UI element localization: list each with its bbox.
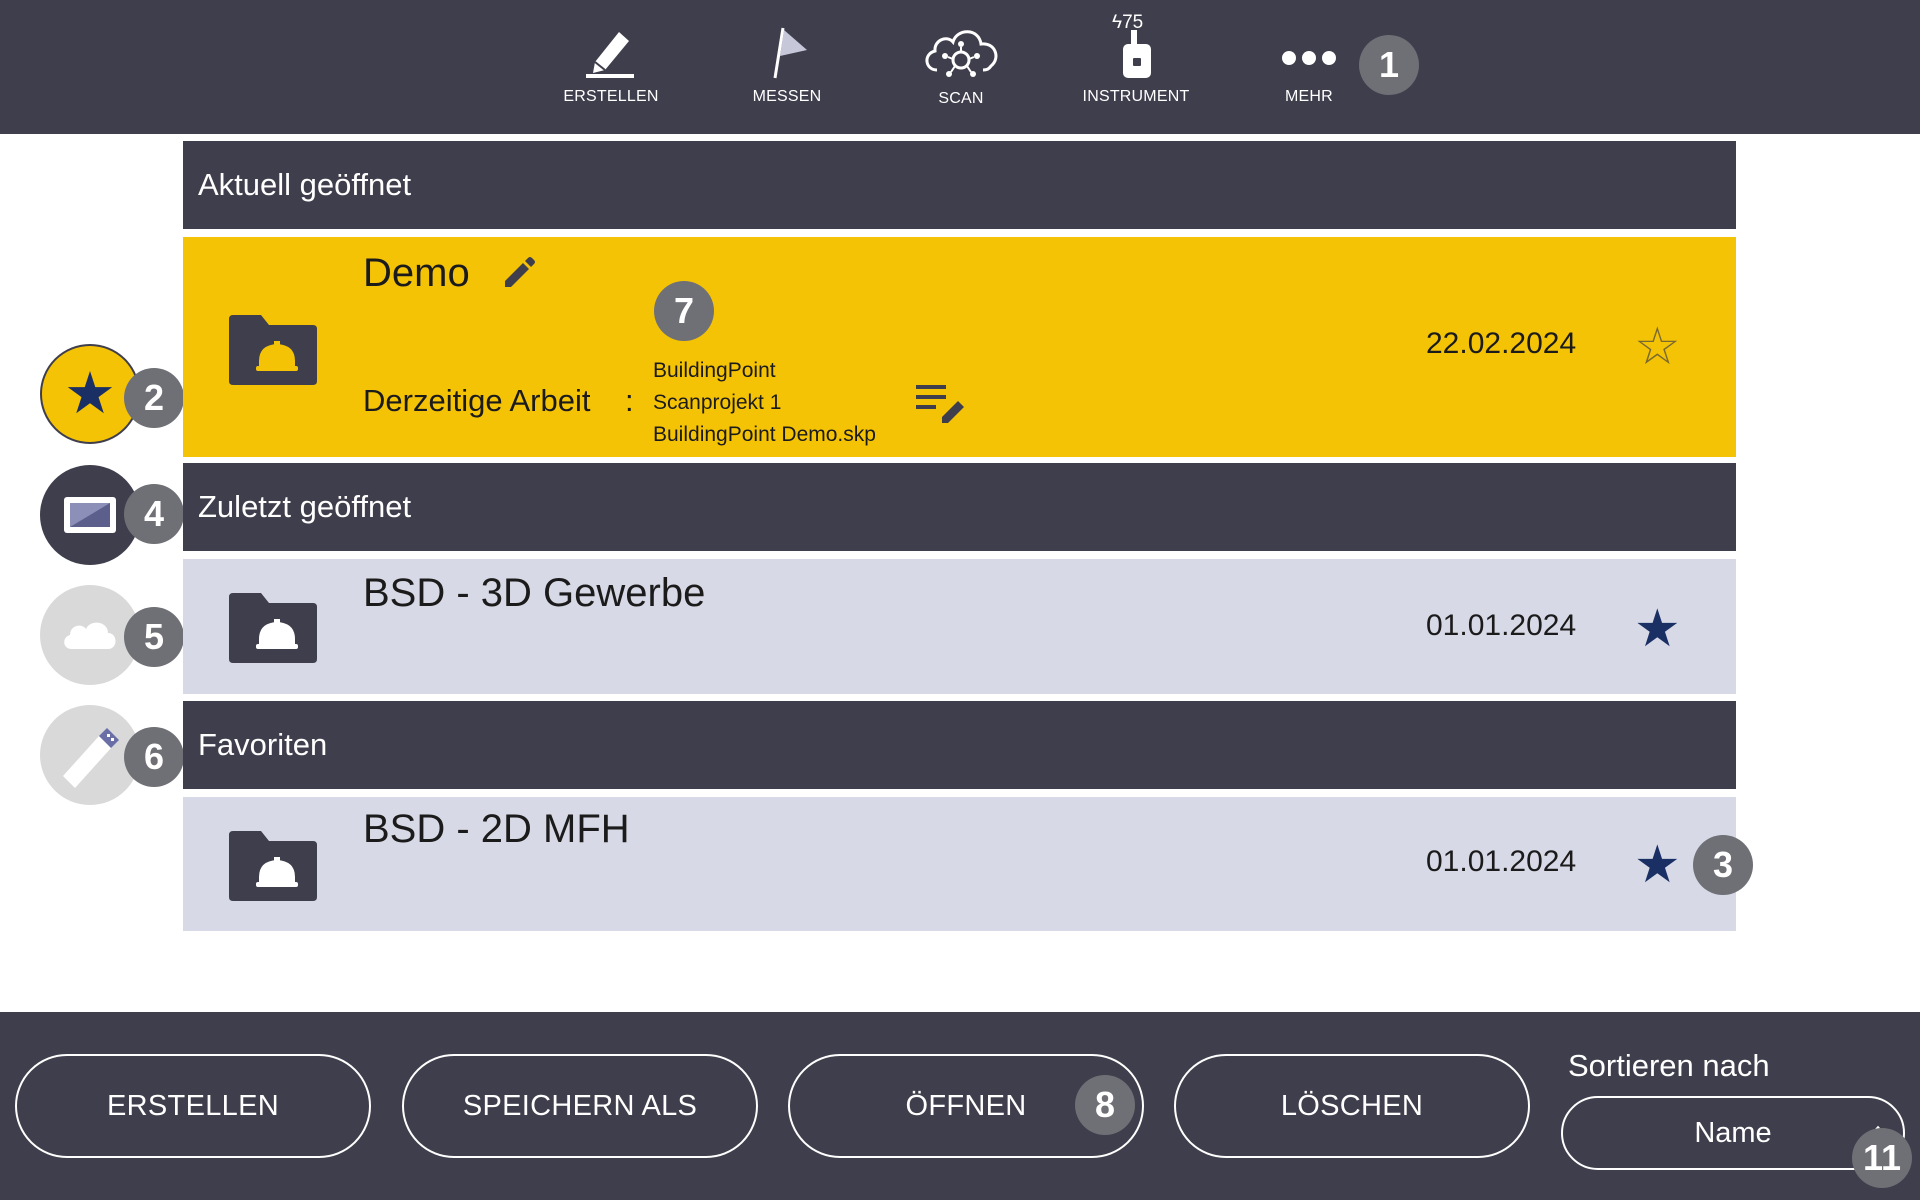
current-work-details: BuildingPoint Scanprojekt 1 BuildingPoin… xyxy=(653,355,876,451)
toolbar-measure-label: MESSEN xyxy=(752,88,822,105)
current-work-separator: : xyxy=(625,383,634,418)
create-button[interactable]: ERSTELLEN xyxy=(15,1054,371,1158)
toolbar-create-button[interactable]: ERSTELLEN xyxy=(541,20,681,130)
project-row-current[interactable]: Demo 7 Derzeitige Arbeit : BuildingPoint… xyxy=(183,237,1736,457)
callout-badge-8: 8 xyxy=(1075,1075,1135,1135)
toolbar-more-label: MEHR xyxy=(1285,88,1333,105)
toolbar-more-button[interactable]: MEHR xyxy=(1239,20,1379,130)
top-toolbar: ERSTELLEN MESSEN SCAN ϟ75 INSTRUMENT MEH… xyxy=(0,0,1920,134)
callout-badge-6: 6 xyxy=(124,727,184,787)
more-dots-icon xyxy=(1282,51,1336,65)
favorite-star-icon[interactable]: ★ xyxy=(1634,839,1681,891)
tablet-icon xyxy=(64,497,116,533)
edit-work-icon[interactable] xyxy=(914,381,970,423)
section-header-current: Aktuell geöffnet xyxy=(183,141,1736,229)
pencil-icon xyxy=(586,32,634,78)
toolbar-instrument-label: INSTRUMENT xyxy=(1082,88,1190,105)
sort-value: Name xyxy=(1694,1116,1772,1149)
callout-badge-3: 3 xyxy=(1693,835,1753,895)
edit-name-icon[interactable] xyxy=(501,255,537,291)
section-header-favorites: Favoriten xyxy=(183,701,1736,789)
callout-badge-11: 11 xyxy=(1852,1128,1912,1188)
current-work-label: Derzeitige Arbeit xyxy=(363,383,591,418)
flag-icon xyxy=(773,27,807,79)
delete-button[interactable]: LÖSCHEN xyxy=(1174,1054,1530,1158)
project-name: BSD - 2D MFH xyxy=(363,807,630,851)
work-line-file: BuildingPoint Demo.skp xyxy=(653,423,876,446)
section-header-recent: Zuletzt geöffnet xyxy=(183,463,1736,551)
project-date: 01.01.2024 xyxy=(1426,845,1577,878)
callout-badge-1: 1 xyxy=(1359,35,1419,95)
toolbar-scan-label: SCAN xyxy=(938,90,984,107)
project-folder-icon xyxy=(229,593,317,663)
favorite-star-icon[interactable]: ★ xyxy=(1634,603,1681,655)
project-name: Demo xyxy=(363,251,470,295)
callout-badge-4: 4 xyxy=(124,484,184,544)
project-date: 01.01.2024 xyxy=(1426,609,1577,642)
project-row-recent[interactable]: BSD - 3D Gewerbe 01.01.2024 ★ xyxy=(183,559,1736,694)
project-row-favorite[interactable]: BSD - 2D MFH 01.01.2024 ★ xyxy=(183,797,1736,931)
work-line-site: BuildingPoint xyxy=(653,359,776,382)
project-date: 22.02.2024 xyxy=(1426,327,1577,360)
cloud-scan-icon xyxy=(925,30,998,77)
project-folder-icon xyxy=(229,831,317,901)
save-as-button[interactable]: SPEICHERN ALS xyxy=(402,1054,758,1158)
toolbar-create-label: ERSTELLEN xyxy=(563,88,659,105)
callout-badge-5: 5 xyxy=(124,607,184,667)
toolbar-instrument-button[interactable]: INSTRUMENT xyxy=(1066,20,1206,130)
cloud-icon xyxy=(64,622,116,649)
star-icon: ★ xyxy=(64,361,116,426)
work-line-project: Scanprojekt 1 xyxy=(653,391,782,414)
sort-label: Sortieren nach xyxy=(1568,1048,1770,1083)
toolbar-measure-button[interactable]: MESSEN xyxy=(717,20,857,130)
callout-badge-7: 7 xyxy=(654,281,714,341)
toolbar-scan-button[interactable]: SCAN xyxy=(891,20,1031,130)
project-folder-icon xyxy=(229,315,317,385)
callout-badge-2: 2 xyxy=(124,368,184,428)
usb-drive-icon xyxy=(63,728,119,788)
favorite-star-icon[interactable]: ☆ xyxy=(1634,321,1681,373)
instrument-icon xyxy=(1123,30,1151,78)
project-name: BSD - 3D Gewerbe xyxy=(363,571,706,615)
